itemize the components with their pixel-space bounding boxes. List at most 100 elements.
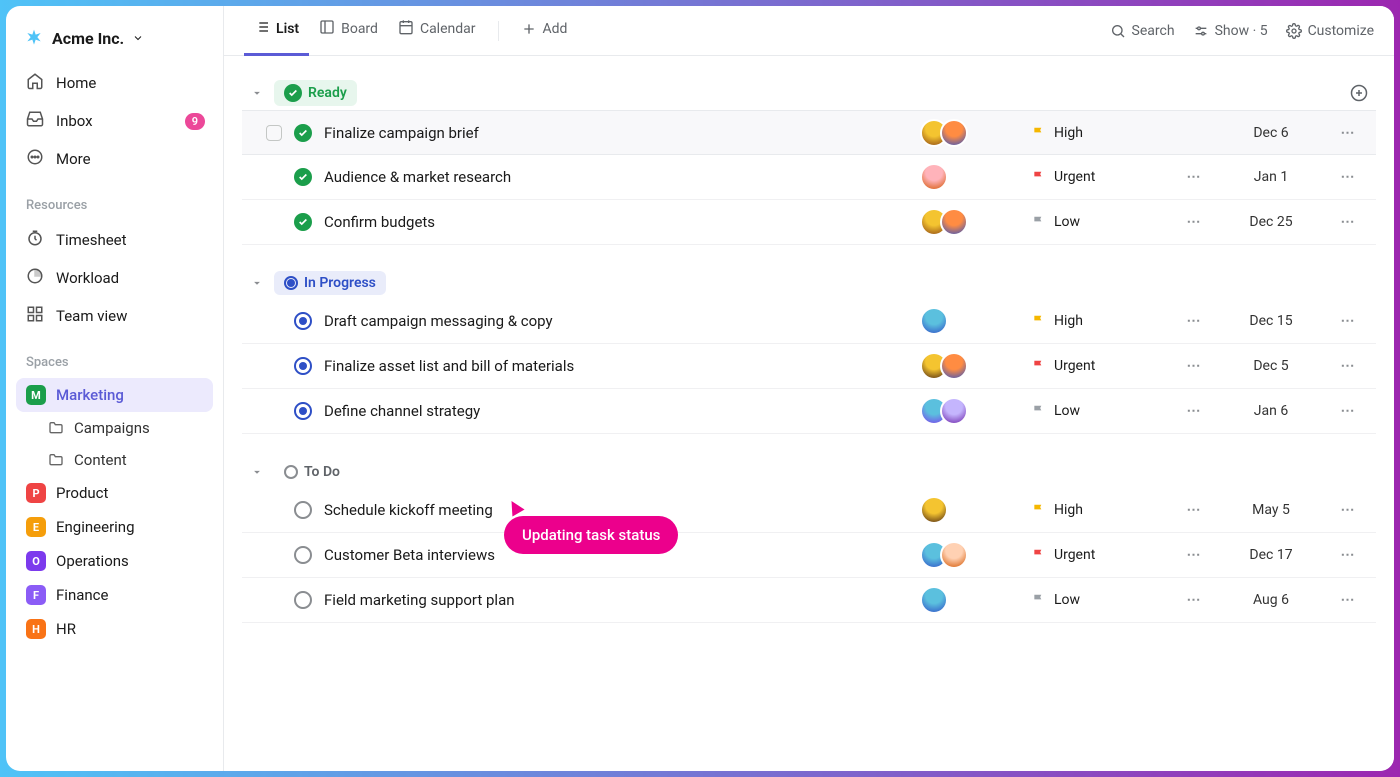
resource-workload[interactable]: Workload <box>16 259 213 297</box>
row-more-button[interactable]: ⋯ <box>1328 313 1368 329</box>
avatar[interactable] <box>920 163 948 191</box>
status-pill[interactable]: Ready <box>274 80 357 106</box>
assignees[interactable] <box>920 163 1020 191</box>
assignees[interactable] <box>920 352 1020 380</box>
search-button[interactable]: Search <box>1110 23 1175 39</box>
due-date[interactable]: May 5 <box>1226 502 1316 518</box>
subtasks-indicator[interactable]: ⋯ <box>1174 547 1214 563</box>
add-task-button[interactable] <box>1350 84 1368 102</box>
row-more-button[interactable]: ⋯ <box>1328 169 1368 185</box>
priority-cell[interactable]: Urgent <box>1032 169 1162 185</box>
nav-more[interactable]: More <box>16 140 213 178</box>
task-status-icon[interactable] <box>294 213 312 231</box>
avatar[interactable] <box>940 119 968 147</box>
task-row[interactable]: Finalize campaign brief High Dec 6 ⋯ <box>242 110 1376 155</box>
subtasks-indicator[interactable]: ⋯ <box>1174 358 1214 374</box>
task-status-icon[interactable] <box>294 402 312 420</box>
space-hr[interactable]: HHR <box>16 612 213 646</box>
group-header[interactable]: In Progress <box>242 267 1376 299</box>
folder-campaigns[interactable]: Campaigns <box>16 412 213 444</box>
task-status-icon[interactable] <box>294 124 312 142</box>
task-status-icon[interactable] <box>294 168 312 186</box>
avatar[interactable] <box>920 307 948 335</box>
assignees[interactable] <box>920 496 1020 524</box>
due-date[interactable]: Dec 25 <box>1226 214 1316 230</box>
task-status-icon[interactable] <box>294 357 312 375</box>
task-row[interactable]: Customer Beta interviews Urgent ⋯ Dec 17… <box>242 533 1376 578</box>
due-date[interactable]: Jan 1 <box>1226 169 1316 185</box>
caret-down-icon[interactable] <box>250 276 264 290</box>
nav-home[interactable]: Home <box>16 64 213 102</box>
task-row[interactable]: Confirm budgets Low ⋯ Dec 25 ⋯ <box>242 200 1376 245</box>
avatar[interactable] <box>940 352 968 380</box>
assignees[interactable] <box>920 541 1020 569</box>
avatar[interactable] <box>920 586 948 614</box>
due-date[interactable]: Dec 5 <box>1226 358 1316 374</box>
nav-inbox[interactable]: Inbox9 <box>16 102 213 140</box>
priority-cell[interactable]: Low <box>1032 403 1162 419</box>
space-finance[interactable]: FFinance <box>16 578 213 612</box>
assignees[interactable] <box>920 586 1020 614</box>
task-status-icon[interactable] <box>294 591 312 609</box>
view-tab-board[interactable]: Board <box>309 6 388 56</box>
resource-team-view[interactable]: Team view <box>16 297 213 335</box>
row-more-button[interactable]: ⋯ <box>1328 403 1368 419</box>
space-marketing[interactable]: MMarketing <box>16 378 213 412</box>
customize-button[interactable]: Customize <box>1286 23 1374 39</box>
assignees[interactable] <box>920 397 1020 425</box>
avatar[interactable] <box>940 208 968 236</box>
due-date[interactable]: Aug 6 <box>1226 592 1316 608</box>
priority-cell[interactable]: Urgent <box>1032 358 1162 374</box>
priority-cell[interactable]: High <box>1032 502 1162 518</box>
subtasks-indicator[interactable]: ⋯ <box>1174 592 1214 608</box>
task-row[interactable]: Field marketing support plan Low ⋯ Aug 6… <box>242 578 1376 623</box>
avatar[interactable] <box>920 496 948 524</box>
folder-content[interactable]: Content <box>16 444 213 476</box>
task-status-icon[interactable] <box>294 501 312 519</box>
subtasks-indicator[interactable]: ⋯ <box>1174 214 1214 230</box>
subtasks-indicator[interactable]: ⋯ <box>1174 502 1214 518</box>
workspace-switcher[interactable]: Acme Inc. <box>16 22 213 62</box>
add-view-button[interactable]: Add <box>511 6 578 56</box>
avatar[interactable] <box>940 541 968 569</box>
due-date[interactable]: Dec 17 <box>1226 547 1316 563</box>
task-row[interactable]: Finalize asset list and bill of material… <box>242 344 1376 389</box>
due-date[interactable]: Dec 15 <box>1226 313 1316 329</box>
priority-cell[interactable]: High <box>1032 313 1162 329</box>
row-more-button[interactable]: ⋯ <box>1328 547 1368 563</box>
group-header[interactable]: Ready <box>242 76 1376 110</box>
caret-down-icon[interactable] <box>250 86 264 100</box>
space-product[interactable]: PProduct <box>16 476 213 510</box>
subtasks-indicator[interactable]: ⋯ <box>1174 169 1214 185</box>
assignees[interactable] <box>920 208 1020 236</box>
view-tab-calendar[interactable]: Calendar <box>388 6 486 56</box>
due-date[interactable]: Jan 6 <box>1226 403 1316 419</box>
show-columns-button[interactable]: Show · 5 <box>1193 23 1268 39</box>
task-status-icon[interactable] <box>294 546 312 564</box>
assignees[interactable] <box>920 119 1020 147</box>
status-pill[interactable]: To Do <box>274 460 350 484</box>
caret-down-icon[interactable] <box>250 465 264 479</box>
priority-cell[interactable]: High <box>1032 125 1162 141</box>
task-checkbox[interactable] <box>266 125 282 141</box>
due-date[interactable]: Dec 6 <box>1226 125 1316 141</box>
priority-cell[interactable]: Low <box>1032 214 1162 230</box>
group-header[interactable]: To Do <box>242 456 1376 488</box>
view-tab-list[interactable]: List <box>244 6 309 56</box>
row-more-button[interactable]: ⋯ <box>1328 214 1368 230</box>
resource-timesheet[interactable]: Timesheet <box>16 221 213 259</box>
status-pill[interactable]: In Progress <box>274 271 386 295</box>
row-more-button[interactable]: ⋯ <box>1328 358 1368 374</box>
priority-cell[interactable]: Urgent <box>1032 547 1162 563</box>
subtasks-indicator[interactable]: ⋯ <box>1174 313 1214 329</box>
row-more-button[interactable]: ⋯ <box>1328 125 1368 141</box>
row-more-button[interactable]: ⋯ <box>1328 502 1368 518</box>
row-more-button[interactable]: ⋯ <box>1328 592 1368 608</box>
task-status-icon[interactable] <box>294 312 312 330</box>
task-row[interactable]: Define channel strategy Low ⋯ Jan 6 ⋯ <box>242 389 1376 434</box>
task-row[interactable]: Draft campaign messaging & copy High ⋯ D… <box>242 299 1376 344</box>
task-row[interactable]: Audience & market research Urgent ⋯ Jan … <box>242 155 1376 200</box>
assignees[interactable] <box>920 307 1020 335</box>
priority-cell[interactable]: Low <box>1032 592 1162 608</box>
subtasks-indicator[interactable]: ⋯ <box>1174 403 1214 419</box>
